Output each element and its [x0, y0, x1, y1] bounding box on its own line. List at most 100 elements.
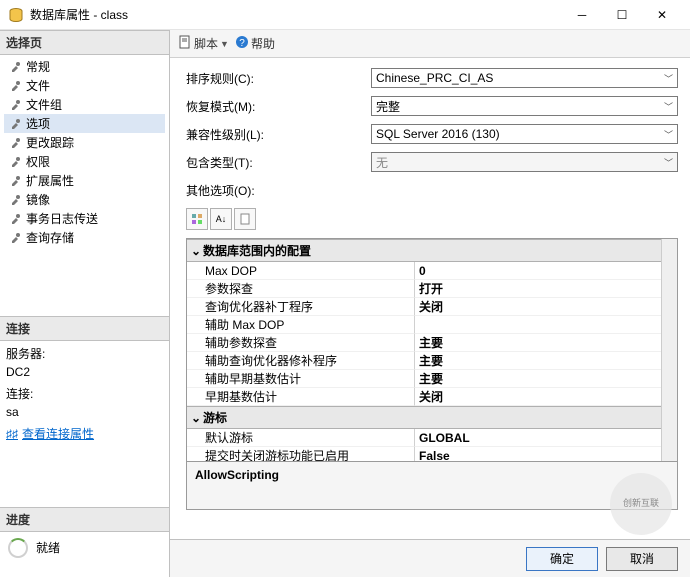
- collation-select[interactable]: Chinese_PRC_CI_AS ﹀: [371, 68, 678, 88]
- property-value[interactable]: 关闭: [415, 388, 661, 406]
- connection-block: 服务器: DC2 连接: sa ♯♯ 查看连接属性: [0, 341, 169, 447]
- property-grid: ⌄数据库范围内的配置Max DOP0参数探查打开查询优化器补丁程序关闭辅助 Ma…: [186, 238, 678, 510]
- wrench-icon: [8, 174, 22, 188]
- sidebar-item-label: 事务日志传送: [26, 210, 98, 227]
- collapse-icon: ⌄: [191, 411, 203, 425]
- maximize-button[interactable]: ☐: [602, 3, 642, 27]
- collation-value: Chinese_PRC_CI_AS: [376, 71, 493, 85]
- property-category[interactable]: ⌄游标: [187, 406, 661, 429]
- property-key: 辅助 Max DOP: [187, 316, 415, 334]
- collapse-icon: ⌄: [191, 244, 203, 258]
- property-value[interactable]: 0: [415, 262, 661, 280]
- property-key: 默认游标: [187, 429, 415, 447]
- sidebar-item-label: 文件组: [26, 96, 62, 113]
- sidebar-item-6[interactable]: 扩展属性: [4, 171, 165, 190]
- sidebar-item-label: 查询存储: [26, 229, 74, 246]
- sidebar-item-label: 选项: [26, 115, 50, 132]
- chevron-down-icon: ﹀: [664, 128, 673, 141]
- property-row[interactable]: 提交时关闭游标功能已启用False: [187, 447, 661, 461]
- view-connection-properties-link[interactable]: ♯♯ 查看连接属性: [6, 425, 94, 443]
- sidebar-item-5[interactable]: 权限: [4, 152, 165, 171]
- sidebar-item-label: 镜像: [26, 191, 50, 208]
- sidebar-item-7[interactable]: 镜像: [4, 190, 165, 209]
- property-value[interactable]: 主要: [415, 370, 661, 388]
- property-value[interactable]: 关闭: [415, 298, 661, 316]
- property-grid-toolbar: A↓: [186, 208, 678, 230]
- footer: 确定 取消: [170, 539, 690, 577]
- property-value[interactable]: 主要: [415, 334, 661, 352]
- database-icon: [8, 7, 24, 23]
- sidebar-item-3[interactable]: 选项: [4, 114, 165, 133]
- property-row[interactable]: 辅助参数探查主要: [187, 334, 661, 352]
- property-value[interactable]: GLOBAL: [415, 429, 661, 447]
- recovery-label: 恢复模式(M):: [186, 98, 371, 115]
- window-title: 数据库属性 - class: [30, 6, 562, 23]
- recovery-select[interactable]: 完整﹀: [371, 96, 678, 116]
- progress-text: 就绪: [36, 539, 60, 556]
- right-pane: 排序规则(C): Chinese_PRC_CI_AS﹀ 恢复模式(M): 完整﹀…: [170, 58, 690, 518]
- progress-header: 进度: [0, 507, 169, 532]
- property-row[interactable]: 辅助早期基数估计主要: [187, 370, 661, 388]
- sidebar-item-label: 文件: [26, 77, 50, 94]
- containment-select[interactable]: 无﹀: [371, 152, 678, 172]
- server-label: 服务器:: [6, 345, 163, 363]
- property-row[interactable]: 默认游标GLOBAL: [187, 429, 661, 447]
- chevron-down-icon: ﹀: [664, 156, 673, 169]
- sidebar-item-9[interactable]: 查询存储: [4, 228, 165, 247]
- wrench-icon: [8, 79, 22, 93]
- alphabetical-button[interactable]: A↓: [210, 208, 232, 230]
- ok-button[interactable]: 确定: [526, 547, 598, 571]
- page-tree: 常规文件文件组选项更改跟踪权限扩展属性镜像事务日志传送查询存储: [0, 55, 169, 249]
- connection-header: 连接: [0, 316, 169, 341]
- property-key: 辅助参数探查: [187, 334, 415, 352]
- conn-value: sa: [6, 403, 163, 421]
- property-value[interactable]: 打开: [415, 280, 661, 298]
- property-row[interactable]: 早期基数估计关闭: [187, 388, 661, 406]
- spinner-icon: [8, 538, 28, 558]
- progress-row: 就绪: [0, 532, 169, 564]
- script-button[interactable]: 脚本 ▼: [178, 35, 229, 52]
- property-row[interactable]: 查询优化器补丁程序关闭: [187, 298, 661, 316]
- wrench-icon: [8, 136, 22, 150]
- sidebar-item-label: 权限: [26, 153, 50, 170]
- chevron-down-icon: ▼: [220, 39, 229, 49]
- property-row[interactable]: 参数探查打开: [187, 280, 661, 298]
- scrollbar[interactable]: [661, 239, 677, 461]
- collation-label: 排序规则(C):: [186, 70, 371, 87]
- titlebar: 数据库属性 - class ─ ☐ ✕: [0, 0, 690, 30]
- help-button[interactable]: ? 帮助: [235, 35, 275, 52]
- properties-button[interactable]: [234, 208, 256, 230]
- sidebar-item-2[interactable]: 文件组: [4, 95, 165, 114]
- wrench-icon: [8, 60, 22, 74]
- categorized-button[interactable]: [186, 208, 208, 230]
- cancel-button[interactable]: 取消: [606, 547, 678, 571]
- property-key: Max DOP: [187, 262, 415, 280]
- wrench-icon: [8, 155, 22, 169]
- wrench-icon: [8, 212, 22, 226]
- property-value[interactable]: 主要: [415, 352, 661, 370]
- recovery-value: 完整: [376, 98, 400, 115]
- sidebar-item-8[interactable]: 事务日志传送: [4, 209, 165, 228]
- wrench-icon: [8, 231, 22, 245]
- chevron-down-icon: ﹀: [664, 72, 673, 85]
- sidebar-item-1[interactable]: 文件: [4, 76, 165, 95]
- property-value[interactable]: False: [415, 447, 661, 461]
- close-button[interactable]: ✕: [642, 3, 682, 27]
- sidebar-item-0[interactable]: 常规: [4, 57, 165, 76]
- property-category[interactable]: ⌄数据库范围内的配置: [187, 239, 661, 262]
- containment-value: 无: [376, 154, 388, 171]
- property-key: 辅助查询优化器修补程序: [187, 352, 415, 370]
- property-value[interactable]: [415, 316, 661, 334]
- property-key: 提交时关闭游标功能已启用: [187, 447, 415, 461]
- sidebar-item-label: 扩展属性: [26, 172, 74, 189]
- compat-select[interactable]: SQL Server 2016 (130)﹀: [371, 124, 678, 144]
- sidebar-item-4[interactable]: 更改跟踪: [4, 133, 165, 152]
- property-row[interactable]: Max DOP0: [187, 262, 661, 280]
- property-row[interactable]: 辅助查询优化器修补程序主要: [187, 352, 661, 370]
- property-key: 查询优化器补丁程序: [187, 298, 415, 316]
- minimize-button[interactable]: ─: [562, 3, 602, 27]
- property-row[interactable]: 辅助 Max DOP: [187, 316, 661, 334]
- property-grid-scroll[interactable]: ⌄数据库范围内的配置Max DOP0参数探查打开查询优化器补丁程序关闭辅助 Ma…: [187, 239, 661, 461]
- conn-label: 连接:: [6, 385, 163, 403]
- property-key: 早期基数估计: [187, 388, 415, 406]
